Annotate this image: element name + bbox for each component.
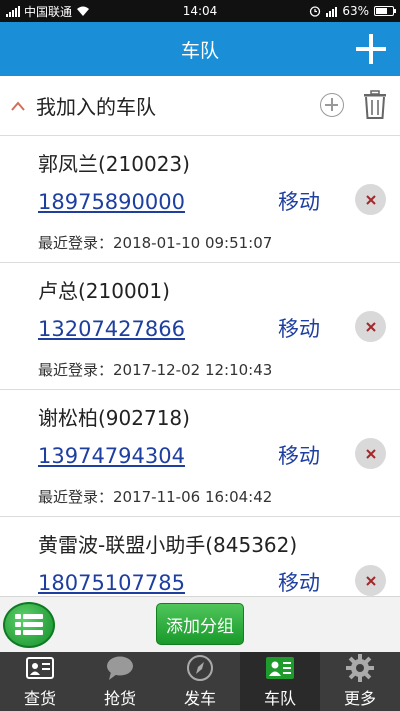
member-list[interactable]: 郭凤兰(210023) 18975890000 移动 最近登录：2018-01-… <box>0 136 400 596</box>
member-name: 黄雷波-联盟小助手(845362) <box>38 533 298 557</box>
tab-fleet[interactable]: 车队 <box>240 652 320 711</box>
fleet-section-header[interactable]: 我加入的车队 <box>0 76 400 136</box>
list-menu-button[interactable] <box>3 602 55 648</box>
wifi-icon <box>77 6 90 16</box>
member-name: 郭凤兰(210023) <box>38 152 190 176</box>
member-name: 谢松柏(902718) <box>38 406 190 430</box>
add-group-button[interactable]: 添加分组 <box>156 603 244 645</box>
tab-label: 车队 <box>263 689 296 708</box>
tab-grab[interactable]: 抢货 <box>80 652 160 711</box>
section-title: 我加入的车队 <box>36 95 156 119</box>
list-item[interactable]: 黄雷波-联盟小助手(845362) 18075107785 移动 <box>0 517 400 596</box>
close-icon <box>365 448 376 459</box>
close-icon <box>365 194 376 205</box>
cargo-card-icon <box>25 653 55 683</box>
list-item[interactable]: 郭凤兰(210023) 18975890000 移动 最近登录：2018-01-… <box>0 136 400 263</box>
status-left: 中国联通 <box>6 3 90 20</box>
trash-icon[interactable] <box>362 90 388 120</box>
fleet-card-icon <box>265 653 295 683</box>
member-phone-link[interactable]: 13974794304 <box>38 444 185 468</box>
gear-icon <box>345 653 375 683</box>
bottom-tab-bar: 查货 抢货 发车 车队 更多 <box>0 652 400 711</box>
member-carrier: 移动 <box>278 190 320 214</box>
member-last-login: 最近登录：2018-01-10 09:51:07 <box>38 234 273 252</box>
alarm-icon <box>310 6 321 17</box>
collapse-caret[interactable] <box>0 100 36 112</box>
member-name: 卢总(210001) <box>38 279 170 303</box>
close-icon <box>365 321 376 332</box>
member-phone-link[interactable]: 18075107785 <box>38 571 185 595</box>
signal-icon <box>6 5 20 17</box>
status-bar: 中国联通 14:04 63% <box>0 0 400 22</box>
member-last-login: 最近登录：2017-11-06 16:04:42 <box>38 488 273 506</box>
close-icon <box>365 575 376 586</box>
action-bar: 添加分组 <box>0 596 400 652</box>
member-carrier: 移动 <box>278 444 320 468</box>
member-carrier: 移动 <box>278 317 320 341</box>
member-phone-link[interactable]: 13207427866 <box>38 317 185 341</box>
tab-label: 抢货 <box>103 689 136 708</box>
tab-label: 发车 <box>183 689 216 708</box>
signal-strength-icon <box>326 6 338 17</box>
tab-label: 更多 <box>343 689 376 708</box>
member-phone-link[interactable]: 18975890000 <box>38 190 185 214</box>
status-right: 63% <box>309 4 396 18</box>
add-circle-icon[interactable] <box>320 93 344 117</box>
carrier-label: 中国联通 <box>24 4 73 19</box>
add-icon[interactable] <box>354 32 388 66</box>
member-last-login: 最近登录：2017-12-02 12:10:43 <box>38 361 273 379</box>
remove-member-button[interactable] <box>355 565 386 596</box>
chat-bubble-icon <box>105 653 135 683</box>
battery-icon <box>374 6 396 16</box>
compass-icon <box>185 653 215 683</box>
remove-member-button[interactable] <box>355 311 386 342</box>
battery-percent: 63% <box>342 4 369 18</box>
list-item[interactable]: 谢松柏(902718) 13974794304 移动 最近登录：2017-11-… <box>0 390 400 517</box>
member-carrier: 移动 <box>278 571 320 595</box>
tab-label: 查货 <box>23 689 56 708</box>
chevron-up-icon <box>11 100 25 111</box>
tab-depart[interactable]: 发车 <box>160 652 240 711</box>
tab-cargo[interactable]: 查货 <box>0 652 80 711</box>
app-header: 车队 <box>0 22 400 76</box>
page-title: 车队 <box>180 39 219 62</box>
remove-member-button[interactable] <box>355 184 386 215</box>
remove-member-button[interactable] <box>355 438 386 469</box>
tab-more[interactable]: 更多 <box>320 652 400 711</box>
list-item[interactable]: 卢总(210001) 13207427866 移动 最近登录：2017-12-0… <box>0 263 400 390</box>
